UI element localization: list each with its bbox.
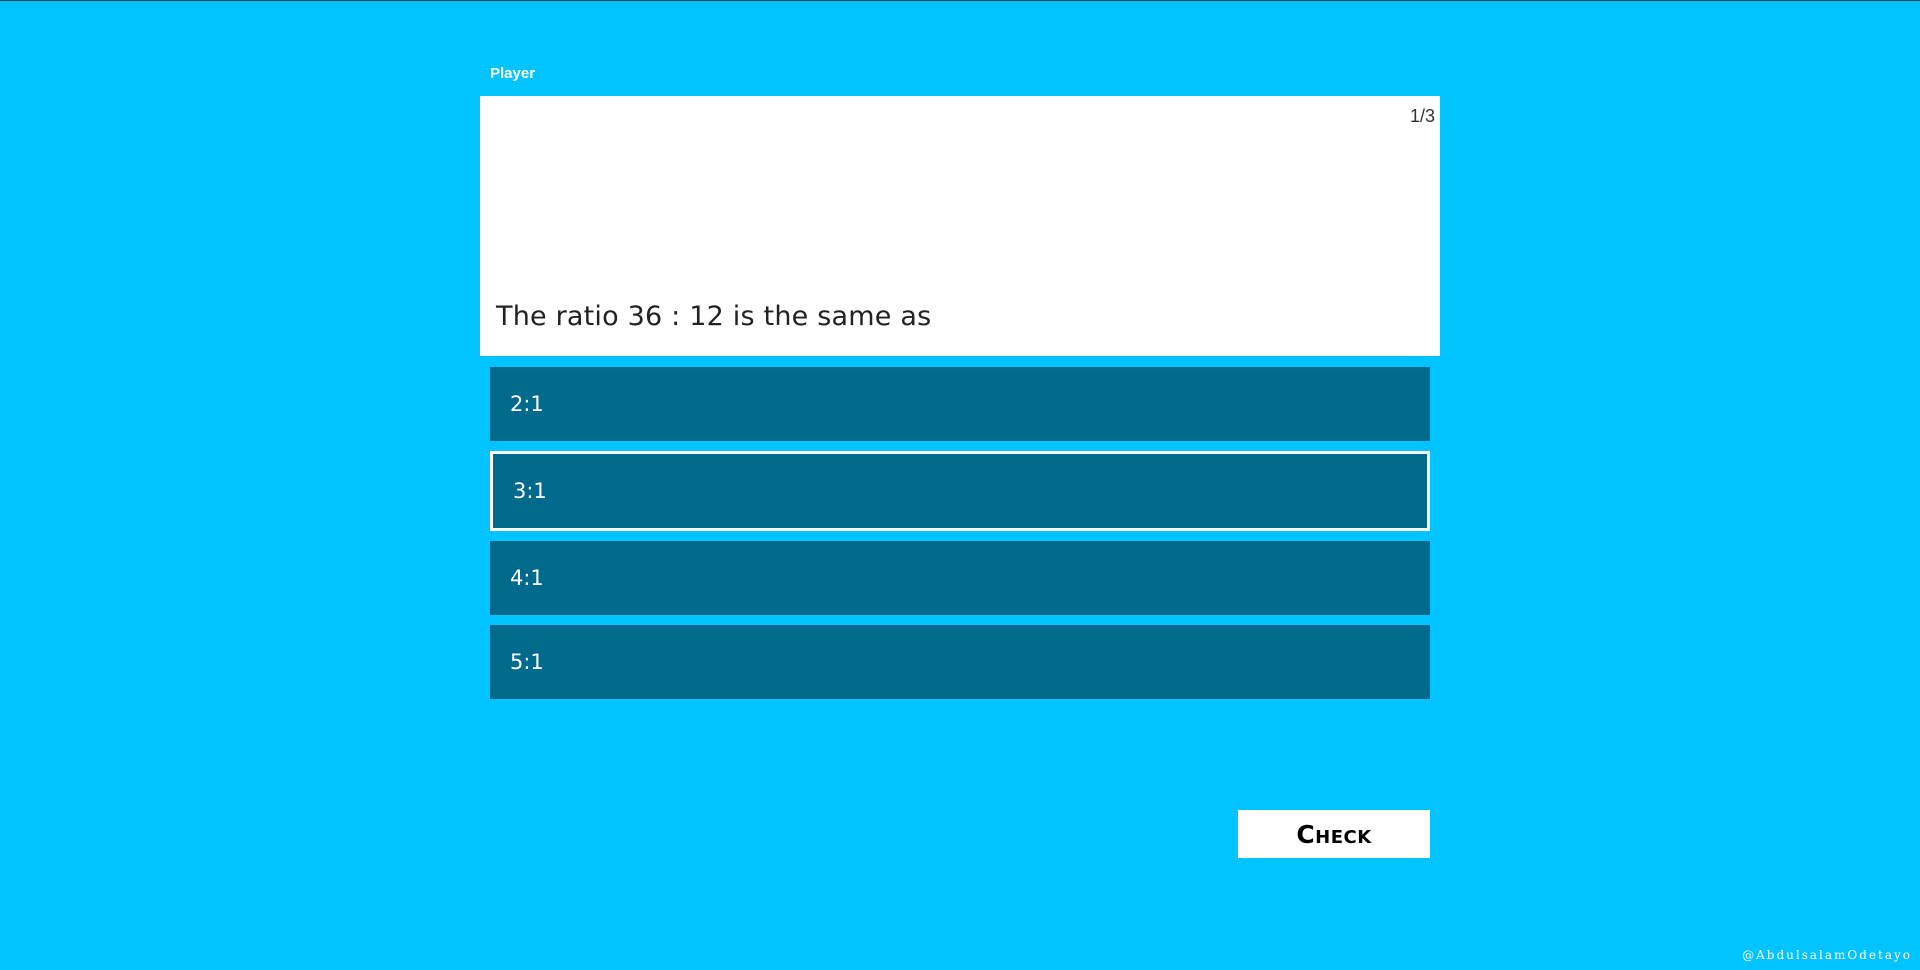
- answer-option[interactable]: 4:1: [490, 541, 1430, 615]
- question-counter: 1/3: [1409, 106, 1435, 126]
- answer-option-selected[interactable]: 3:1: [490, 451, 1430, 531]
- player-label: Player: [490, 65, 536, 82]
- question-text: The ratio 36 : 12 is the same as: [496, 301, 932, 332]
- answer-options: 2:1 3:1 4:1 5:1: [490, 367, 1430, 709]
- author-credit: @AbdulsalamOdetayo: [1742, 948, 1912, 962]
- question-card: 1/3 The ratio 36 : 12 is the same as: [480, 96, 1440, 356]
- answer-option[interactable]: 5:1: [490, 625, 1430, 699]
- answer-option[interactable]: 2:1: [490, 367, 1430, 441]
- check-button[interactable]: Check: [1238, 810, 1430, 858]
